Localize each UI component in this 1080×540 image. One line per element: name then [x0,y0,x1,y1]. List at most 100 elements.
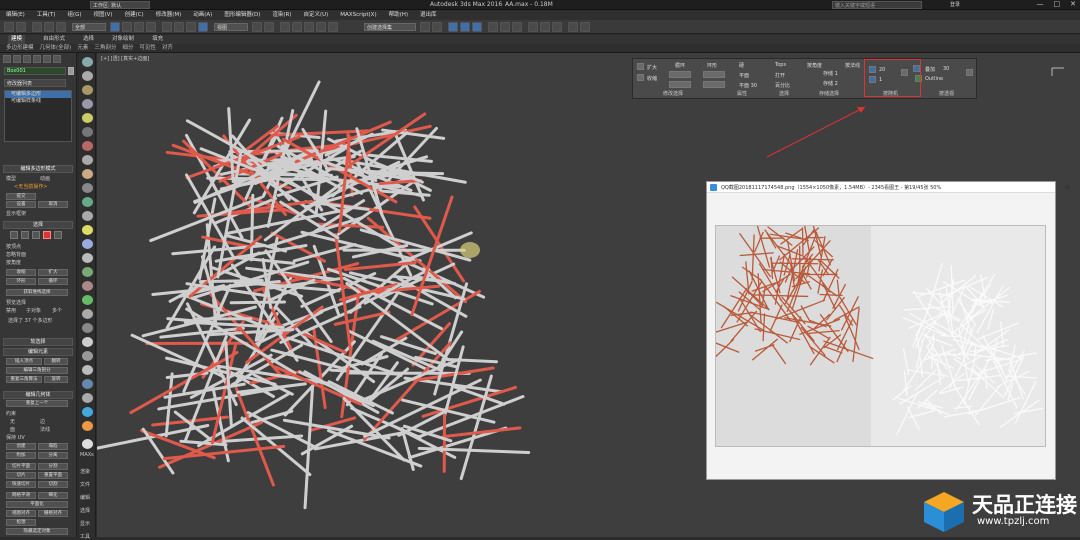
subtab-align[interactable]: 对齐 [162,44,173,52]
stack-item-editable-spline[interactable]: 可编辑样条线 [5,98,71,105]
by-vertex-checkbox[interactable]: 按顶点 [6,243,21,250]
ring-icon[interactable] [82,309,93,319]
globe-icon[interactable] [82,379,93,389]
undo-icon[interactable] [4,22,14,32]
by-angle-label[interactable]: 按角度 [807,62,822,69]
rock-icon[interactable] [82,323,93,333]
spacewarp-icon[interactable] [82,155,93,165]
get-stack-selection-button[interactable]: 获取堆栈选择 [6,289,68,296]
tree-icon[interactable] [82,267,93,277]
open-label[interactable]: 打开 [775,72,785,79]
tops-label[interactable]: Tops [775,62,786,68]
retriangulate-button[interactable]: 重复三角算法 [6,376,42,383]
subtab-subdivision[interactable]: 细分 [122,44,133,52]
ball-icon[interactable] [82,365,93,375]
hard-label[interactable]: 硬 [739,62,744,69]
menu-tools[interactable]: 工具(T) [37,10,56,20]
motion-tab-icon[interactable] [33,55,41,63]
save1-label[interactable]: 存储 1 [823,70,838,77]
unlink-icon[interactable] [44,22,54,32]
sphere-icon[interactable] [82,71,93,81]
settings-button[interactable]: 设置 [6,201,36,208]
snap-toggle-icon[interactable] [280,22,290,32]
hide-selected-button[interactable]: 隐藏选定对象 [6,528,68,535]
grid-align-button[interactable]: 栅格对齐 [38,510,68,517]
multi-radio[interactable]: 多个 [52,307,62,314]
reset-plane-button[interactable]: 重置平面 [38,472,68,479]
rollout-edit-elements[interactable]: 编辑元素 [3,348,73,356]
side-label-display[interactable]: 显示 [80,520,90,527]
layer-explorer-icon[interactable] [460,22,470,32]
expand-label[interactable]: 扩大 [647,64,657,71]
redo-icon[interactable] [16,22,26,32]
tab-populate[interactable]: 填充 [152,35,163,44]
ring-shift-icon[interactable] [669,81,691,88]
menu-customize[interactable]: 自定义(U) [303,10,328,20]
create-button[interactable]: 创建 [6,443,36,450]
percent-label[interactable]: 百分比 [775,82,790,89]
side-label-edit[interactable]: 编辑 [80,494,90,501]
subtab-poly-modeling[interactable]: 多边形建模 [6,44,34,52]
modifier-icon[interactable] [82,183,93,193]
select-manipulate-icon[interactable] [264,22,274,32]
menu-maxscript[interactable]: MAXScript(X) [340,10,376,20]
outline-label[interactable]: Outline [925,76,943,82]
gem-icon[interactable] [82,393,93,403]
plane-label[interactable]: 平面 [739,72,749,79]
side-label-render[interactable]: 渲染 [80,468,90,475]
menu-animation[interactable]: 动画(A) [193,10,212,20]
preserve-uvs-checkbox[interactable]: 保持 UV [6,434,25,441]
viewer-close-button[interactable]: ✕ [1065,185,1069,191]
wheel-icon[interactable] [82,351,93,361]
render-production-icon[interactable] [552,22,562,32]
shrink-label[interactable]: 收缩 [647,75,657,82]
loop-label[interactable]: 循环 [675,62,685,69]
border-icon[interactable] [32,231,40,239]
shrink-button[interactable]: 收缩 [6,269,36,276]
a360-gallery-icon[interactable] [580,22,590,32]
material-icon[interactable] [82,169,93,179]
polygon-icon[interactable] [43,231,51,239]
menu-exit-library[interactable]: 退出库 [420,10,437,20]
rectangular-selection-icon[interactable] [134,22,144,32]
constraint-face-radio[interactable]: 面 [10,426,15,433]
named-selection-dropdown[interactable]: 创建选择集 [364,23,416,31]
tab-modeling[interactable]: 建模 [8,35,25,44]
utilities-tab-icon[interactable] [53,55,61,63]
constraint-none-radio[interactable]: 无 [10,418,15,425]
loop-shift-icon[interactable] [669,71,691,78]
helper-icon[interactable] [82,141,93,151]
render-setup-icon[interactable] [528,22,538,32]
ring-shrink-icon[interactable] [703,81,725,88]
camera-icon[interactable] [82,127,93,137]
angle-snap-icon[interactable] [292,22,302,32]
plane30-label[interactable]: 平面 30 [739,82,757,89]
spinner-snap-icon[interactable] [316,22,326,32]
sphere-small-icon[interactable] [82,337,93,347]
teapot-icon[interactable] [82,57,93,67]
hierarchy-tab-icon[interactable] [23,55,31,63]
menu-rendering[interactable]: 渲染(R) [272,10,291,20]
select-by-name-icon[interactable] [122,22,132,32]
shrink-icon[interactable] [637,74,644,81]
split-button[interactable]: 分割 [38,463,68,470]
repeat-last-button[interactable]: 重复上一个 [6,400,68,407]
tab-freeform[interactable]: 自由形式 [43,35,65,44]
menu-views[interactable]: 视图(V) [94,10,113,20]
scale-icon[interactable] [186,22,196,32]
mirror-icon[interactable] [420,22,430,32]
curve-editor-icon[interactable] [488,22,498,32]
vertex-icon[interactable] [10,231,18,239]
animate-radio[interactable]: 动画 [40,175,50,182]
cut-button[interactable]: 切割 [38,481,68,488]
link-icon[interactable] [32,22,42,32]
edit-triangulation-button[interactable]: 编辑三角剖分 [6,367,68,374]
slice-button[interactable]: 切片 [6,472,36,479]
element-icon[interactable] [54,231,62,239]
blue-ball-icon[interactable] [82,407,93,417]
subtab-visibility[interactable]: 可见性 [139,44,156,52]
by-normal-label[interactable]: 按法线 [845,62,860,69]
orange-ball-icon[interactable] [82,421,93,431]
subtab-triangulation[interactable]: 三角剖分 [94,44,116,52]
sun-icon[interactable] [82,225,93,235]
